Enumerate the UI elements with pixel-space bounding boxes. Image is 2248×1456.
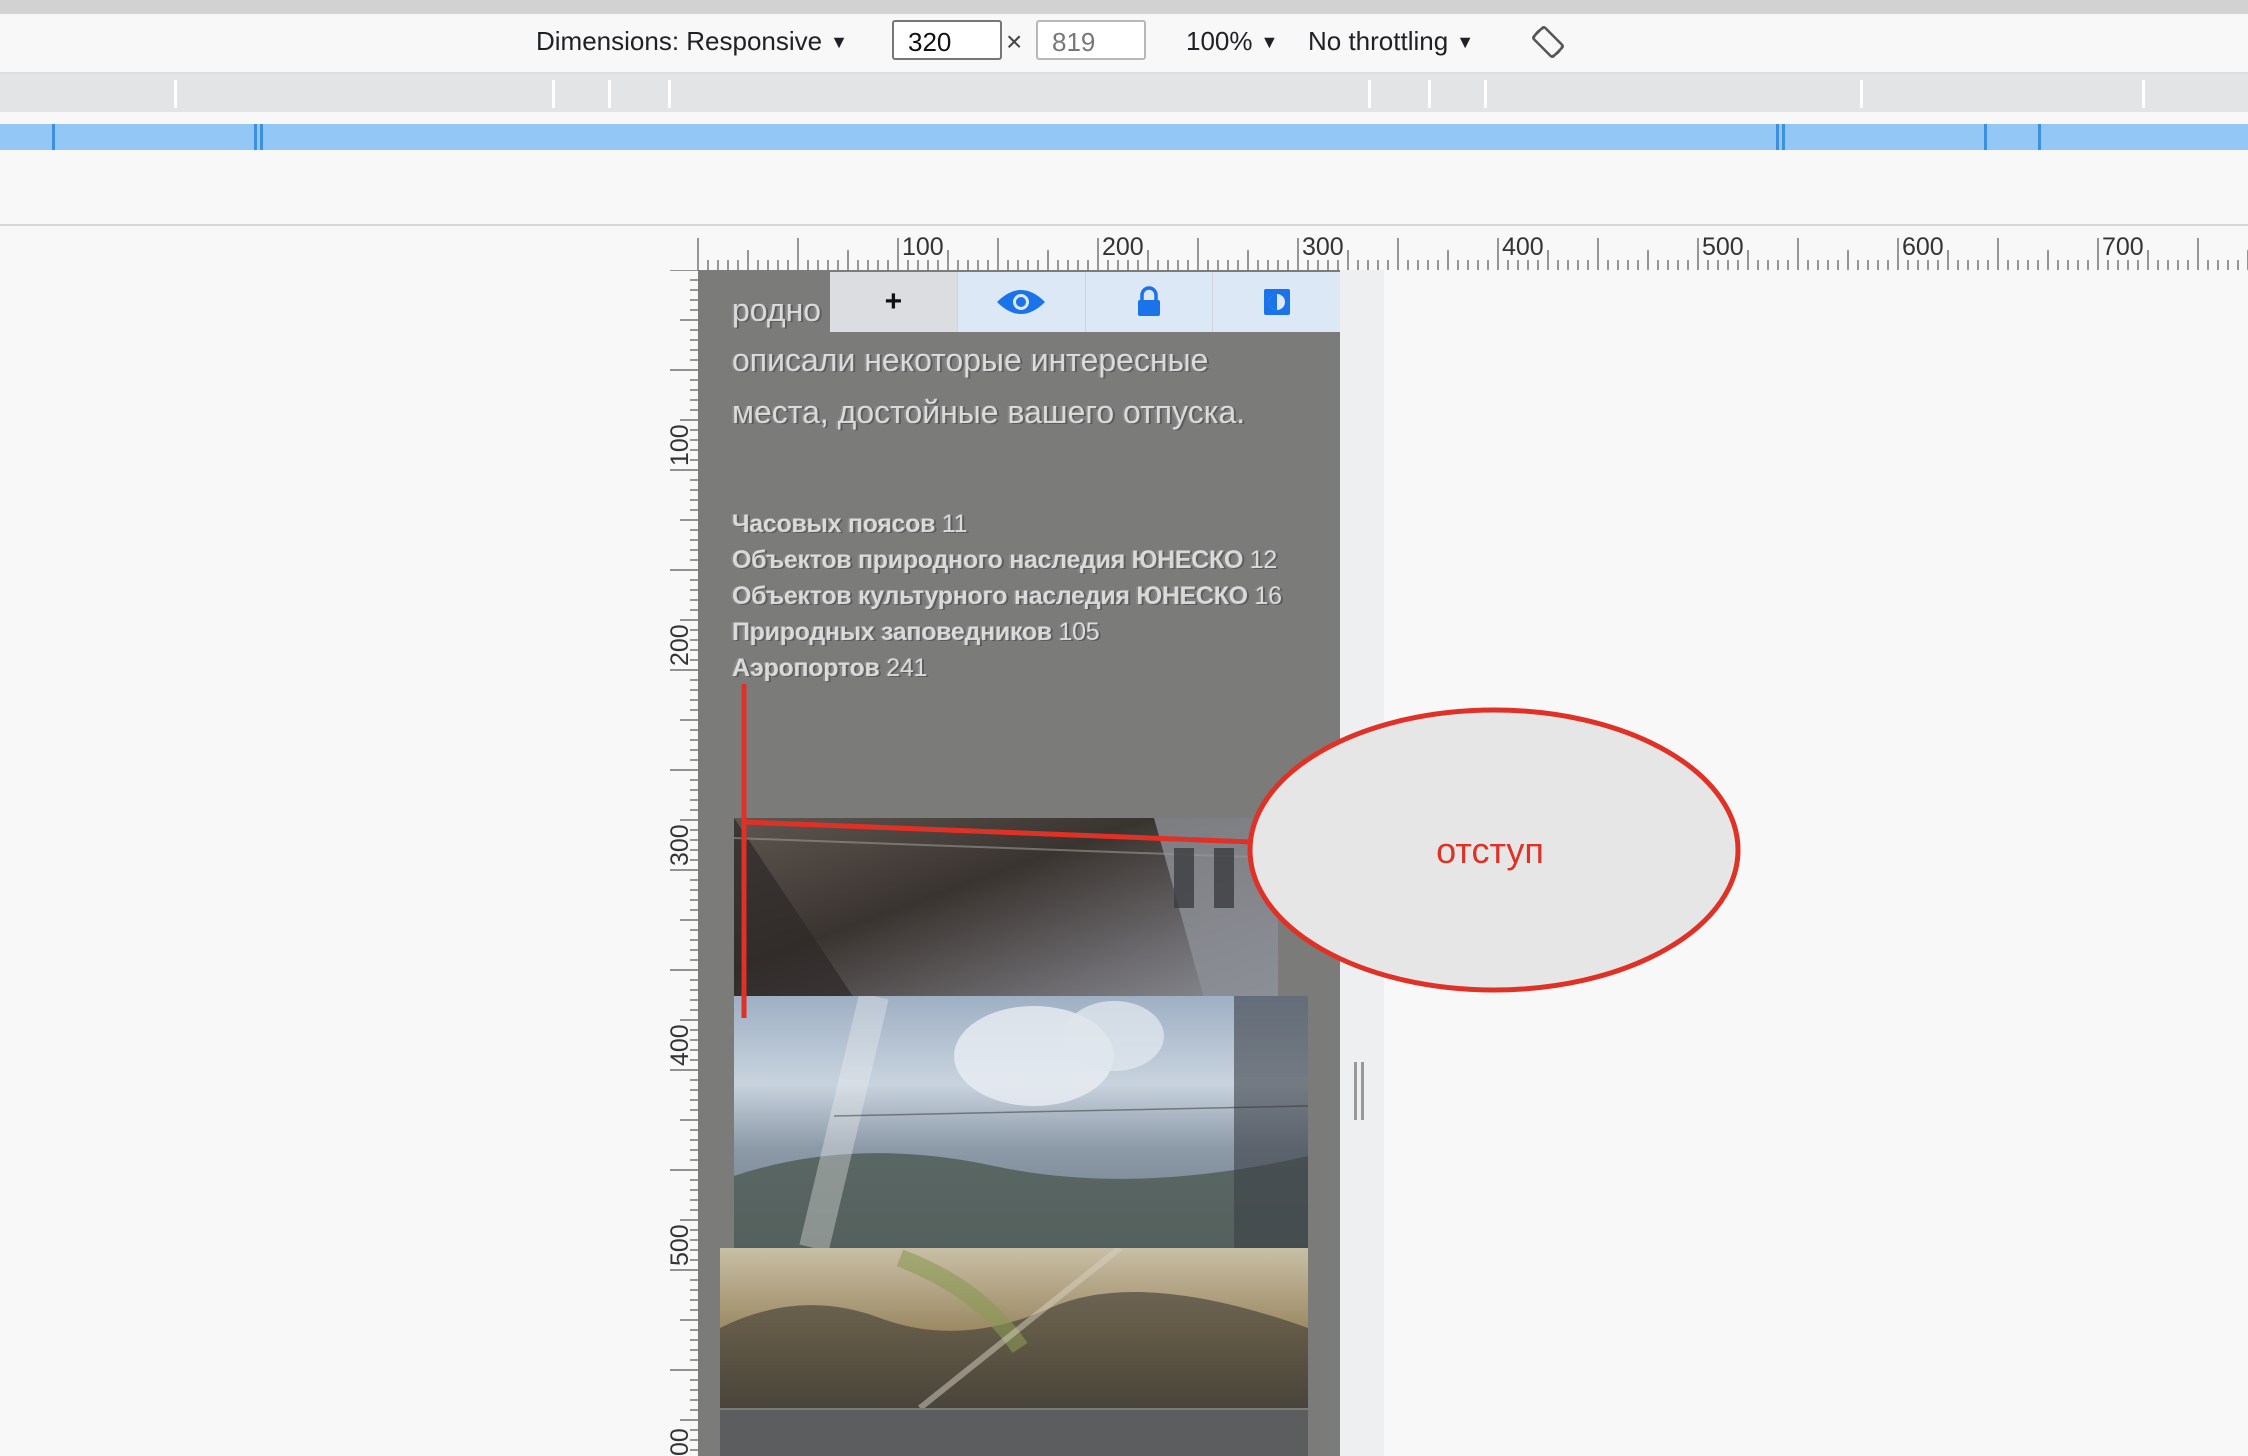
annotation-label: отступ [1436, 830, 1544, 871]
annotation-overlay [741, 684, 1741, 1018]
annotation-pointer-line [743, 819, 1253, 845]
